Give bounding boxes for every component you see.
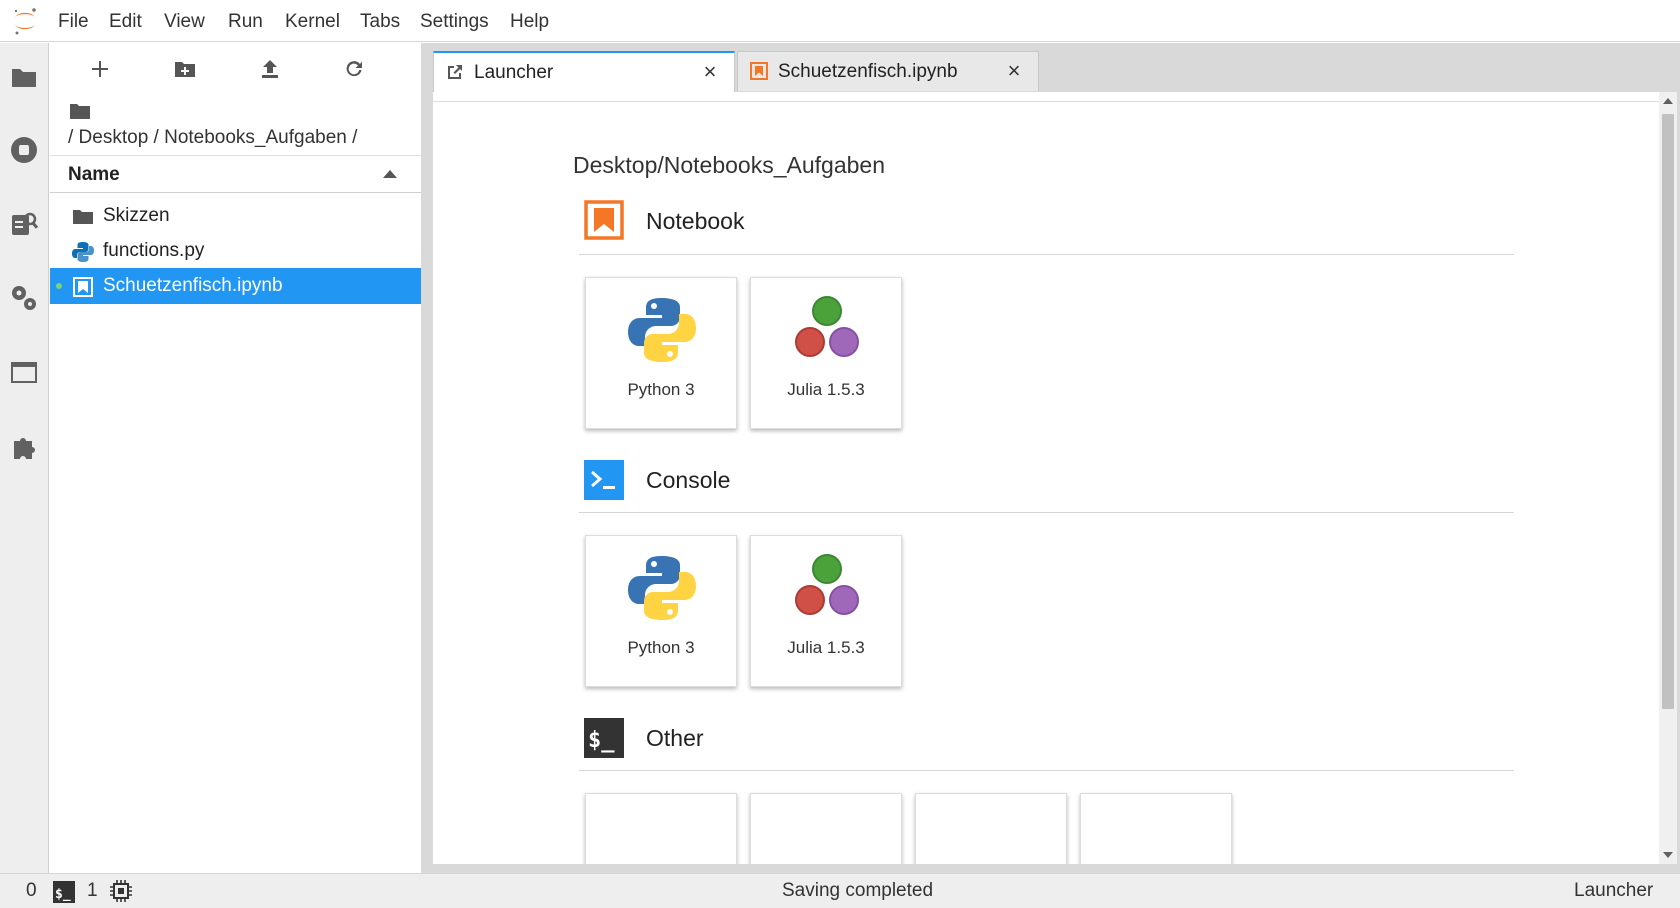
column-name-label: Name [68,164,120,185]
new-launcher-button[interactable] [80,53,120,85]
refresh-button[interactable] [334,53,374,85]
card-label: Julia 1.5.3 [787,380,865,399]
tab-label: Launcher [474,62,554,83]
terminal-icon[interactable]: $_ [53,881,75,903]
card-label: Python 3 [627,380,695,399]
menu-help[interactable]: Help [508,0,551,42]
card-console-python3[interactable]: Python 3 [585,535,737,687]
python-icon [628,556,696,620]
close-icon[interactable]: × [700,61,720,83]
section-divider [579,770,1514,771]
menu-tabs[interactable]: Tabs [358,0,402,42]
section-divider [579,254,1514,255]
python-icon [628,298,696,362]
tab-launcher[interactable]: Launcher × [433,51,735,92]
scroll-down-icon[interactable] [1663,852,1673,858]
extension-icon[interactable] [6,429,42,465]
kernel-count[interactable]: 1 [87,880,98,902]
file-browser: / Desktop / Notebooks_Aufgaben / Name Sk… [50,43,421,873]
section-title-notebook: Notebook [646,208,745,234]
card-console-julia[interactable]: Julia 1.5.3 [750,535,902,687]
console-section-icon [584,460,624,500]
card-notebook-julia[interactable]: Julia 1.5.3 [750,277,902,429]
launcher-toolbar [433,92,1659,102]
section-title-other: Other [646,725,704,751]
card-label: Julia 1.5.3 [787,638,865,657]
breadcrumb[interactable]: / Desktop / Notebooks_Aufgaben / [68,127,357,149]
sort-ascending-icon [383,170,397,178]
section-title-console: Console [646,467,731,493]
running-icon[interactable] [6,132,42,168]
terminal-section-icon: $_ [584,718,624,758]
home-folder-icon[interactable] [70,103,90,119]
running-indicator-icon [56,283,62,289]
svg-text:$_: $_ [55,887,71,902]
tab-label: Schuetzenfisch.ipynb [778,61,958,82]
launcher-cwd: Desktop/Notebooks_Aufgaben [573,152,885,178]
card-other[interactable] [585,793,737,864]
list-item[interactable]: Skizzen [50,198,421,234]
menu-kernel[interactable]: Kernel [283,0,342,42]
activity-bar [0,43,49,873]
launcher-panel: Desktop/Notebooks_Aufgaben Notebook Pyth… [433,92,1659,864]
list-item-selected[interactable]: Schuetzenfisch.ipynb [50,268,421,304]
card-other[interactable] [915,793,1067,864]
menu-view[interactable]: View [162,0,207,42]
close-icon[interactable]: × [1004,60,1024,82]
card-other[interactable] [750,793,902,864]
notebook-icon [750,62,768,80]
launcher-icon [448,65,462,79]
menu-edit[interactable]: Edit [107,0,144,42]
upload-button[interactable] [250,53,290,85]
menu-settings[interactable]: Settings [418,0,491,42]
notebook-section-icon [584,200,624,240]
menu-file[interactable]: File [56,0,91,42]
commands-icon[interactable] [6,206,42,242]
file-name: Skizzen [103,205,170,226]
kernel-chip-icon[interactable] [110,880,132,902]
card-notebook-python3[interactable]: Python 3 [585,277,737,429]
launcher-scrollbar[interactable] [1659,92,1677,864]
column-header-name[interactable]: Name [50,155,421,193]
tab-schuetzenfisch[interactable]: Schuetzenfisch.ipynb × [737,51,1039,91]
menu-run[interactable]: Run [226,0,265,42]
menu-bar: File Edit View Run Kernel Tabs Settings … [0,0,1680,42]
julia-icon [795,296,859,357]
list-item[interactable]: functions.py [50,233,421,269]
folder-icon[interactable] [6,59,42,95]
tabs-icon[interactable] [6,354,42,390]
jupyter-logo-icon[interactable] [10,6,40,36]
file-name: Schuetzenfisch.ipynb [103,275,283,296]
notebook-file-icon [73,277,93,297]
folder-icon [73,210,93,224]
card-other[interactable] [1080,793,1232,864]
new-folder-button[interactable] [165,53,205,85]
terminal-count[interactable]: 0 [26,880,37,902]
file-name: functions.py [103,240,205,261]
save-status: Saving completed [782,880,934,901]
active-mode-label: Launcher [1574,880,1654,901]
property-inspector-icon[interactable] [6,280,42,316]
julia-icon [795,554,859,615]
svg-text:$_: $_ [588,728,615,753]
scrollbar-thumb[interactable] [1662,114,1674,709]
scroll-up-icon[interactable] [1663,98,1673,104]
python-file-icon [72,242,94,262]
status-bar: 0 $_ 1 Saving completed Launcher [0,873,1680,908]
card-label: Python 3 [627,638,695,657]
section-divider [579,512,1514,513]
